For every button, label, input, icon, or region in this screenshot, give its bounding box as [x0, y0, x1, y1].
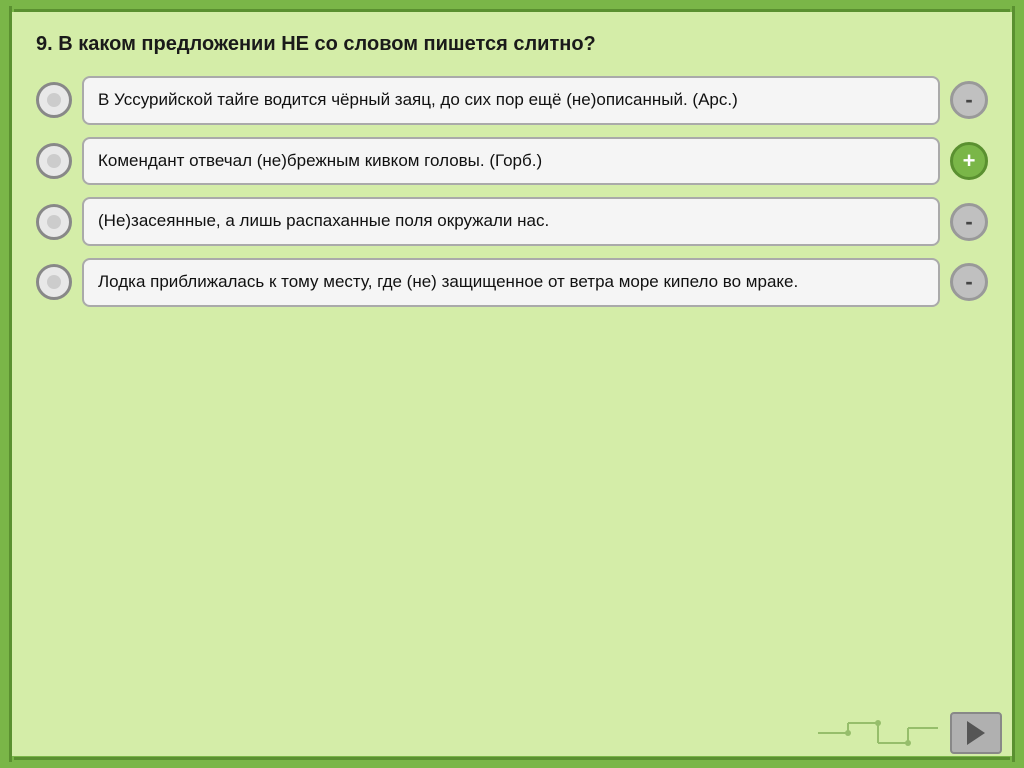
answer-box-4[interactable]: Лодка приближалась к тому месту, где (не…: [82, 258, 940, 307]
radio-inner-2: [47, 154, 61, 168]
answer-box-3[interactable]: (Не)засеянные, а лишь распаханные поля о…: [82, 197, 940, 246]
answer-row-3: (Не)засеянные, а лишь распаханные поля о…: [36, 197, 988, 246]
circuit-decoration: [818, 718, 938, 748]
sign-button-2[interactable]: +: [950, 142, 988, 180]
radio-button-4[interactable]: [36, 264, 72, 300]
answers-area: В Уссурийской тайге водится чёрный заяц,…: [36, 76, 988, 738]
sign-button-4[interactable]: -: [950, 263, 988, 301]
radio-inner-3: [47, 215, 61, 229]
sign-button-3[interactable]: -: [950, 203, 988, 241]
question-text: 9. В каком предложении НЕ со словом пише…: [36, 30, 988, 58]
answer-row-2: Комендант отвечал (не)брежным кивком гол…: [36, 137, 988, 186]
answer-row-4: Лодка приближалась к тому месту, где (не…: [36, 258, 988, 307]
answer-box-1[interactable]: В Уссурийской тайге водится чёрный заяц,…: [82, 76, 940, 125]
next-icon: [967, 721, 985, 745]
next-button[interactable]: [950, 712, 1002, 754]
bottom-bar: [950, 712, 1002, 754]
sign-button-1[interactable]: -: [950, 81, 988, 119]
radio-inner-1: [47, 93, 61, 107]
answer-box-2[interactable]: Комендант отвечал (не)брежным кивком гол…: [82, 137, 940, 186]
radio-button-1[interactable]: [36, 82, 72, 118]
radio-inner-4: [47, 275, 61, 289]
answer-row-1: В Уссурийской тайге водится чёрный заяц,…: [36, 76, 988, 125]
radio-button-3[interactable]: [36, 204, 72, 240]
radio-button-2[interactable]: [36, 143, 72, 179]
